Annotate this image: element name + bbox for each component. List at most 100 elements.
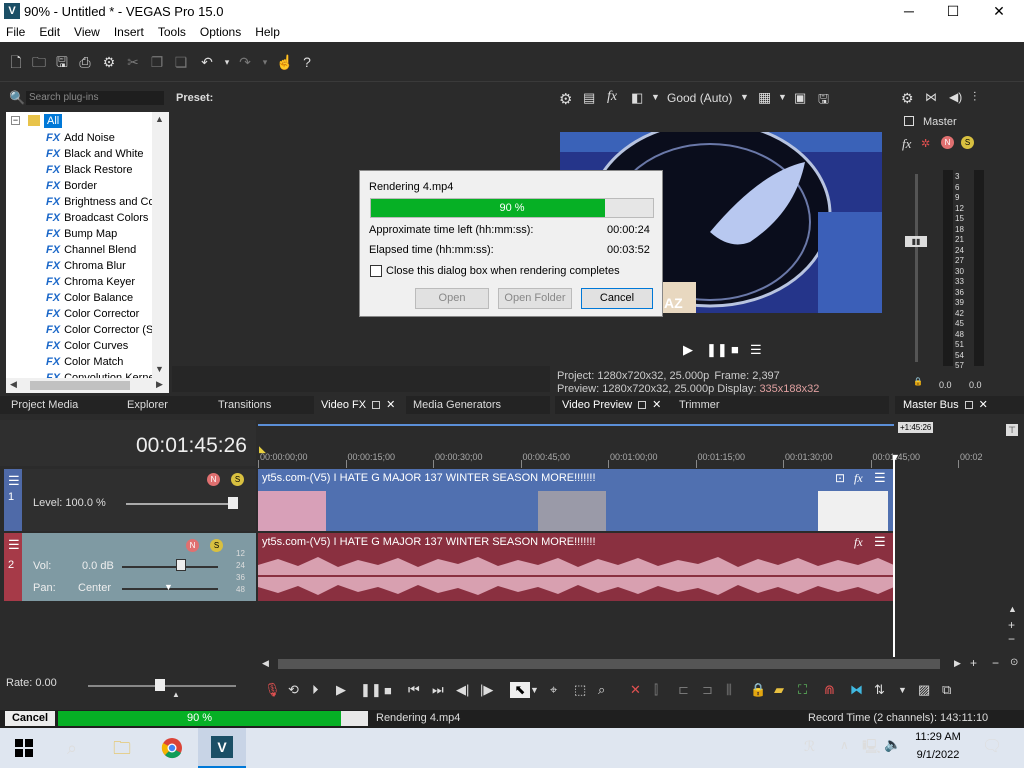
audio-clip[interactable]: yt5s.com-(V5) I HATE G MAJOR 137 WINTER … bbox=[258, 533, 894, 601]
loop-playback-icon[interactable]: ⟲ bbox=[288, 682, 312, 698]
audio-solo-icon[interactable]: S bbox=[210, 539, 223, 552]
envelope-tool-icon[interactable]: ⌖ bbox=[550, 682, 574, 698]
zoom-tool-icon[interactable]: ⊙ bbox=[1010, 657, 1018, 668]
copy-icon[interactable]: ❐ bbox=[148, 53, 166, 71]
cancel-render-button[interactable]: Cancel bbox=[581, 288, 653, 309]
lock-icon[interactable]: 🔒 bbox=[750, 682, 774, 698]
open-button[interactable]: Open bbox=[415, 288, 489, 309]
close-button[interactable]: ✕ bbox=[976, 0, 1022, 24]
plugin-item[interactable]: FX Channel Blend bbox=[46, 242, 136, 258]
split-icon[interactable]: ⫼ bbox=[726, 682, 750, 698]
close-master-tab-icon[interactable]: ✕ bbox=[979, 398, 988, 412]
solo-icon[interactable]: S bbox=[961, 136, 974, 149]
open-folder-icon[interactable]: 🗀 bbox=[30, 53, 48, 71]
stop-icon[interactable]: ■ bbox=[731, 342, 739, 357]
video-track-header[interactable]: ☰ 1 N S Level: 100.0 % bbox=[4, 469, 256, 531]
split-dropdown-icon[interactable]: ▼ bbox=[651, 92, 660, 102]
audio-track-menu-icon[interactable]: ☰ bbox=[8, 537, 20, 553]
normal-edit-tool-icon[interactable]: ⬉ bbox=[510, 682, 530, 698]
scroll-right-icon[interactable]: ▶ bbox=[156, 379, 163, 390]
transport-stop-icon[interactable]: ■ bbox=[384, 683, 408, 698]
overlays-dropdown-icon[interactable]: ▼ bbox=[778, 92, 787, 102]
rate-handle[interactable] bbox=[155, 679, 165, 691]
timeline-marker-tool-icon[interactable]: ⊤ bbox=[1006, 424, 1018, 436]
go-to-start-icon[interactable]: ⏮ bbox=[408, 682, 432, 698]
plugin-item[interactable]: FX Add Noise bbox=[46, 130, 115, 146]
plugin-item[interactable]: FX Color Match bbox=[46, 354, 123, 370]
audio-mute-icon[interactable]: N bbox=[186, 539, 199, 552]
zoom-out-vertical-icon[interactable]: − bbox=[1008, 632, 1015, 646]
close-when-done-checkbox[interactable] bbox=[370, 265, 382, 277]
volume-icon[interactable]: 🔈 bbox=[884, 736, 901, 753]
tab-video-preview[interactable]: Video Preview ✕ bbox=[562, 398, 661, 412]
menu-tools[interactable]: Tools bbox=[151, 24, 193, 41]
vol-slider[interactable] bbox=[122, 566, 218, 568]
ripple-dropdown-icon[interactable]: ▼ bbox=[898, 685, 918, 695]
plugin-item[interactable]: FX Color Corrector (S bbox=[46, 322, 153, 338]
menu-view[interactable]: View bbox=[67, 24, 107, 41]
copy-snapshot-icon[interactable]: ▣ bbox=[794, 90, 806, 106]
open-folder-button[interactable]: Open Folder bbox=[498, 288, 572, 309]
menu-insert[interactable]: Insert bbox=[107, 24, 151, 41]
tab-master-bus[interactable]: Master Bus ✕ bbox=[903, 398, 988, 412]
video-track-menu-icon[interactable]: ☰ bbox=[8, 473, 20, 489]
zoom-in-horizontal-icon[interactable]: + bbox=[970, 656, 977, 670]
paste-icon[interactable]: ❏ bbox=[172, 53, 190, 71]
plugin-item[interactable]: FX Border bbox=[46, 178, 97, 194]
preview-settings-icon[interactable]: ⚙ bbox=[559, 90, 572, 108]
project-properties-icon[interactable]: ▤ bbox=[583, 90, 595, 106]
redo-dropdown-icon[interactable]: ▾ bbox=[256, 53, 274, 71]
zoom-in-vertical-icon[interactable]: + bbox=[1008, 618, 1015, 632]
undo-icon[interactable]: ↶ bbox=[198, 53, 216, 71]
zoom-out-horizontal-icon[interactable]: − bbox=[992, 656, 999, 670]
video-clip-fx-icon[interactable]: fx bbox=[854, 471, 863, 486]
video-mute-icon[interactable]: N bbox=[207, 473, 220, 486]
properties-gear-icon[interactable]: ⚙ bbox=[100, 53, 118, 71]
network-icon[interactable]: 🖳 bbox=[862, 736, 881, 760]
menu-help[interactable]: Help bbox=[248, 24, 287, 41]
tab-project-media[interactable]: Project Media bbox=[11, 398, 78, 412]
crop-icon[interactable]: ⊡ bbox=[835, 471, 845, 485]
master-fader-handle[interactable]: ▮▮ bbox=[905, 236, 927, 247]
plugin-item[interactable]: FX Color Curves bbox=[46, 338, 128, 354]
redo-icon[interactable]: ↷ bbox=[236, 53, 254, 71]
plugin-item[interactable]: FX Black Restore bbox=[46, 162, 133, 178]
pan-handle[interactable]: ▼ bbox=[164, 582, 173, 592]
insert-region-icon[interactable]: ⛶ bbox=[798, 682, 824, 698]
undock-icon[interactable] bbox=[372, 401, 381, 410]
time-ruler[interactable]: 00:00:00;00 00:00:15;00 00:00:30;00 00:00:4… bbox=[258, 452, 1024, 468]
undock-preview-icon[interactable] bbox=[638, 401, 647, 410]
previous-frame-icon[interactable]: ◀| bbox=[456, 682, 480, 698]
maximize-button[interactable]: ☐ bbox=[930, 0, 976, 24]
play-from-start-icon[interactable]: ⏵ bbox=[312, 682, 336, 698]
video-clip-menu-icon[interactable]: ☰ bbox=[874, 470, 886, 486]
menu-file[interactable]: File bbox=[0, 24, 32, 41]
video-clip[interactable]: yt5s.com-(V5) I HATE G MAJOR 137 WINTER … bbox=[258, 469, 894, 531]
mixer-settings-icon[interactable]: ⚙ bbox=[901, 90, 914, 107]
plugin-item[interactable]: FX Broadcast Colors bbox=[46, 210, 148, 226]
help-icon[interactable]: ? bbox=[298, 53, 316, 71]
audio-clip-menu-icon[interactable]: ☰ bbox=[874, 534, 886, 550]
plugin-item[interactable]: FX Bump Map bbox=[46, 226, 117, 242]
quality-dropdown-icon[interactable]: ▼ bbox=[740, 92, 749, 102]
scroll-up-icon[interactable]: ▲ bbox=[155, 114, 164, 124]
preview-quality-select[interactable]: Good (Auto) bbox=[667, 91, 732, 105]
minimize-button[interactable]: ─ bbox=[886, 0, 932, 24]
new-file-icon[interactable]: 🗋 bbox=[7, 53, 25, 71]
vegas-taskbar-button[interactable]: V bbox=[198, 728, 246, 768]
fx-icon[interactable]: fx bbox=[607, 89, 617, 105]
dim-output-icon[interactable]: ◀) bbox=[949, 90, 962, 104]
close-tab-icon[interactable]: ✕ bbox=[386, 398, 395, 412]
tray-expand-icon[interactable]: ∧ bbox=[840, 738, 849, 752]
hscroll-left-icon[interactable]: ◀ bbox=[262, 658, 269, 669]
auto-crossfade-icon[interactable]: ⇅ bbox=[874, 682, 898, 698]
ignore-grouping-icon[interactable]: ⧉ bbox=[942, 682, 966, 698]
insert-marker-icon[interactable]: ▰ bbox=[774, 682, 798, 698]
video-level-slider[interactable] bbox=[126, 503, 238, 505]
video-solo-icon[interactable]: S bbox=[231, 473, 244, 486]
tab-transitions[interactable]: Transitions bbox=[218, 398, 271, 412]
master-fx-icon[interactable]: fx bbox=[902, 136, 911, 152]
transport-pause-icon[interactable]: ❚❚ bbox=[360, 682, 384, 698]
search-plugins-input[interactable]: Search plug-ins bbox=[26, 91, 164, 105]
notification-center-icon[interactable]: 🗨 bbox=[982, 736, 1002, 756]
